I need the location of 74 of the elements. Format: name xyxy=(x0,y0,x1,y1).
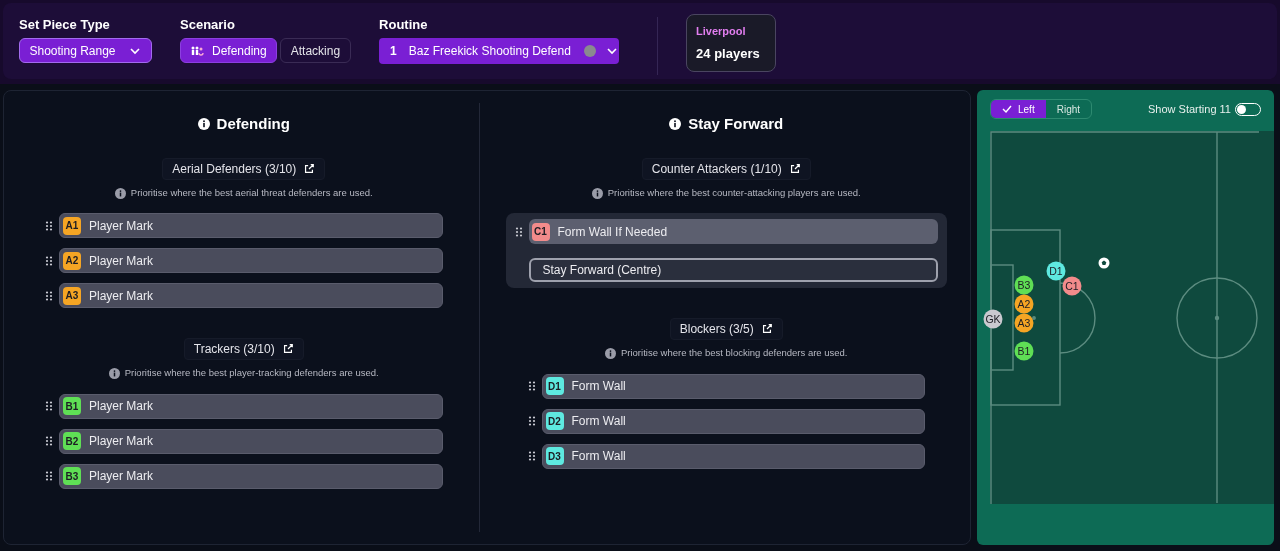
role-row[interactable]: D2 Form Wall xyxy=(541,408,925,434)
role-row[interactable]: D3 Form Wall xyxy=(541,443,925,469)
external-link-icon xyxy=(303,163,316,175)
players-icon xyxy=(190,44,204,57)
external-link-icon xyxy=(788,163,801,175)
side-tab[interactable]: Left xyxy=(991,100,1046,118)
field-label: Scenario xyxy=(180,16,236,31)
player-count: 24 players xyxy=(696,45,761,63)
drag-handle-icon xyxy=(45,436,53,446)
player-token[interactable]: GK xyxy=(983,309,1003,329)
role-badge: D2 xyxy=(545,412,564,430)
check-icon xyxy=(1002,105,1012,113)
drag-handle-icon xyxy=(45,255,53,266)
role-row[interactable]: A2 Player Mark xyxy=(59,248,443,274)
player-token[interactable]: C1 xyxy=(1062,276,1082,296)
player-token[interactable]: B1 xyxy=(1014,341,1034,361)
hint-text: Prioritise where the best counter-attacking players are used. xyxy=(607,186,861,200)
info-icon xyxy=(197,118,210,130)
section-title: Defending xyxy=(216,113,290,134)
role-badge: A3 xyxy=(63,286,81,305)
external-link-icon xyxy=(760,323,773,336)
role-badge: D1 xyxy=(545,377,564,395)
role-badge: B2 xyxy=(63,432,81,450)
option-select[interactable]: Stay Forward (Centre) xyxy=(528,258,938,283)
info-icon xyxy=(669,118,682,130)
external-link-icon xyxy=(281,343,294,356)
info-icon xyxy=(114,187,126,199)
info-icon xyxy=(604,347,616,359)
group-link[interactable]: Counter Attackers (1/10) xyxy=(641,158,811,180)
hint-text: Prioritise where the best aerial threat defenders are used. xyxy=(130,186,373,200)
set-piece-dropdown[interactable]: Shooting Range xyxy=(19,38,152,63)
role-badge: B1 xyxy=(63,397,81,415)
role-badge: A2 xyxy=(63,251,81,270)
ball-icon xyxy=(1098,257,1110,269)
scenario-tab[interactable]: Attacking xyxy=(279,38,352,63)
player-token[interactable]: B3 xyxy=(1014,275,1034,295)
drag-handle-icon xyxy=(527,381,536,391)
role-row[interactable]: C1 Form Wall If Needed xyxy=(528,219,938,245)
drag-handle-icon xyxy=(45,220,53,231)
routine-dropdown[interactable]: 1 Baz Freekick Shooting Defend xyxy=(379,38,620,64)
role-badge: C1 xyxy=(531,222,550,241)
player-token[interactable]: D1 xyxy=(1046,261,1066,281)
toggle-label: Show Starting 11 xyxy=(1148,101,1231,117)
player-token[interactable]: A3 xyxy=(1014,313,1034,333)
drag-handle-icon xyxy=(45,401,53,411)
drag-handle-icon xyxy=(45,471,53,481)
color-dot-icon xyxy=(582,44,597,58)
field-label: Routine xyxy=(379,16,429,31)
player-token[interactable]: A2 xyxy=(1014,294,1034,314)
info-icon xyxy=(108,367,120,379)
field-label: Set Piece Type xyxy=(19,16,111,31)
side-tab[interactable]: Right xyxy=(1045,100,1092,118)
team-name: Liverpool xyxy=(696,23,747,39)
role-row[interactable]: B3 Player Mark xyxy=(59,463,443,489)
hint-text: Prioritise where the best player-tracking defenders are used. xyxy=(124,366,379,381)
role-row[interactable]: B2 Player Mark xyxy=(59,428,443,454)
role-row[interactable]: A3 Player Mark xyxy=(59,283,443,309)
group-link[interactable]: Blockers (3/5) xyxy=(669,318,783,341)
drag-handle-icon xyxy=(527,451,536,461)
section-title: Stay Forward xyxy=(688,113,784,134)
role-row[interactable]: D1 Form Wall xyxy=(541,373,925,399)
drag-handle-icon xyxy=(527,416,536,426)
role-badge: D3 xyxy=(545,447,564,465)
drag-handle-icon xyxy=(45,290,53,301)
group-link[interactable]: Aerial Defenders (3/10) xyxy=(162,158,326,180)
drag-handle-icon xyxy=(514,226,523,237)
group-link[interactable]: Trackers (3/10) xyxy=(183,338,304,361)
role-row[interactable]: A1 Player Mark xyxy=(59,213,443,239)
role-badge: A1 xyxy=(63,216,81,235)
role-row[interactable]: B1 Player Mark xyxy=(59,393,443,419)
hint-text: Prioritise where the best blocking defenders are used. xyxy=(620,346,848,361)
scenario-tab[interactable]: Defending xyxy=(180,38,277,63)
info-icon xyxy=(591,187,603,199)
role-badge: B3 xyxy=(63,467,81,485)
